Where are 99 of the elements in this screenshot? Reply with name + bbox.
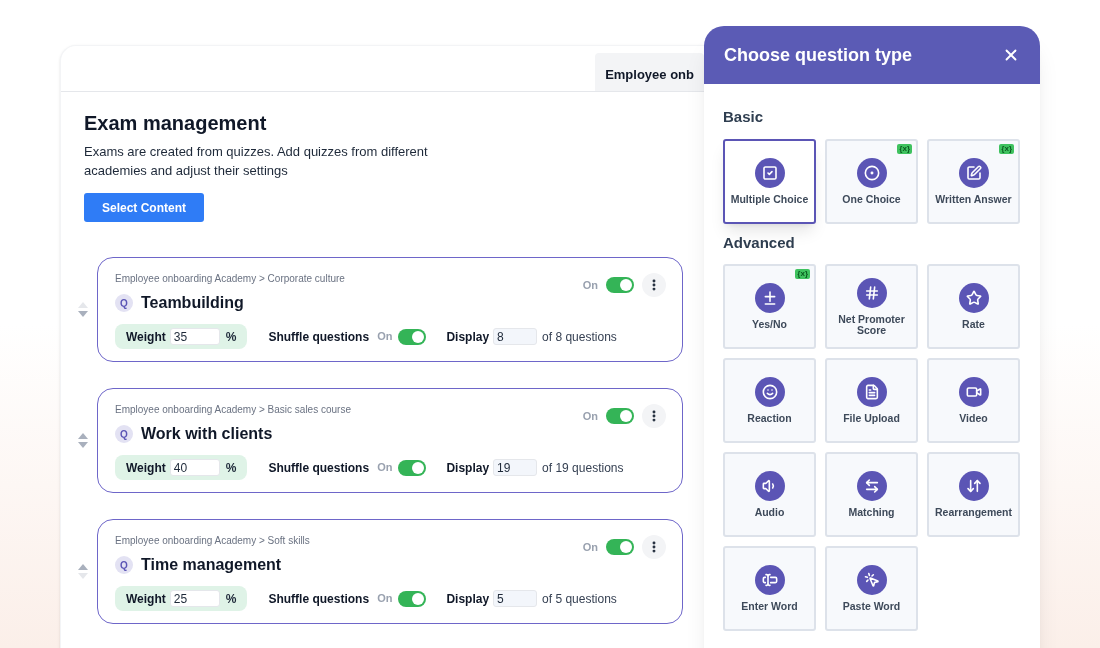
quiz-type-badge: Q xyxy=(115,425,133,443)
weight-label: Weight xyxy=(126,328,166,346)
weight-field[interactable]: 25 xyxy=(169,590,220,607)
shuffle-state: On xyxy=(377,591,393,607)
section-title: Basic xyxy=(723,107,765,127)
tile-label: Yes/No xyxy=(751,319,788,330)
toggle-switch[interactable] xyxy=(398,328,427,345)
question-count: of 19 questions xyxy=(542,459,624,477)
shuffle-state: On xyxy=(377,329,393,345)
more-button[interactable] xyxy=(642,535,666,559)
tile-label: Audio xyxy=(753,507,786,518)
tile-label: Multiple Choice xyxy=(729,193,810,205)
breadcrumb: Employee onboarding Academy > Soft skills xyxy=(115,534,310,548)
toggle-switch[interactable] xyxy=(606,277,634,293)
breadcrumb: Employee onboarding Academy > Basic sales course xyxy=(115,403,351,417)
weight-field[interactable]: 35 xyxy=(169,328,220,345)
question-count: of 8 questions xyxy=(542,328,617,346)
question-type-tile[interactable]: Multiple Choice xyxy=(723,138,816,224)
display-label: Display xyxy=(446,459,490,477)
move-up-icon[interactable] xyxy=(78,564,88,570)
question-type-tile[interactable]: Video xyxy=(927,358,1020,443)
status-label: On xyxy=(582,408,598,424)
display-label: Display xyxy=(446,590,490,608)
select-content-button[interactable]: Select Content xyxy=(84,193,204,222)
toggle-switch[interactable] xyxy=(606,408,634,424)
page-title: Exam management xyxy=(84,111,268,136)
toggle-switch[interactable] xyxy=(398,590,427,607)
more-button[interactable] xyxy=(642,404,666,428)
breadcrumb: Employee onboarding Academy > Corporate culture xyxy=(115,272,345,286)
question-type-tile[interactable]: Reaction xyxy=(723,358,816,443)
tile-label: Net Promoter Score xyxy=(837,313,906,336)
tile-label: Rearrangement xyxy=(934,507,1013,518)
move-up-icon[interactable] xyxy=(78,433,88,439)
tile-label: Paste Word xyxy=(841,601,902,612)
quiz-type-badge: Q xyxy=(115,556,133,574)
status-label: On xyxy=(582,539,598,555)
question-type-tile[interactable]: Rate xyxy=(927,264,1020,349)
display-field[interactable]: 19 xyxy=(493,459,538,476)
quiz-type-badge: Q xyxy=(115,294,133,312)
display-field[interactable]: 5 xyxy=(493,590,538,607)
reorder-icon xyxy=(958,471,989,501)
radio-icon xyxy=(856,157,887,188)
variable-badge: {x} xyxy=(795,269,810,279)
display-label: Display xyxy=(446,328,490,346)
quiz-title: Time management xyxy=(141,555,282,575)
pencil-icon xyxy=(958,157,989,188)
video-camera-icon xyxy=(958,377,989,407)
question-type-tile[interactable]: Paste Word xyxy=(825,546,918,631)
question-count: of 5 questions xyxy=(542,590,617,608)
tile-label: Rate xyxy=(961,319,986,330)
weight-field[interactable]: 40 xyxy=(169,459,220,476)
shuffle-state: On xyxy=(377,460,393,476)
percent-label: % xyxy=(225,328,237,346)
question-type-tile[interactable]: {x} Yes/No xyxy=(723,264,816,349)
academy-tab[interactable]: Employee onb xyxy=(595,53,704,91)
display-field[interactable]: 8 xyxy=(493,328,538,345)
question-type-tile[interactable]: Audio xyxy=(723,452,816,537)
toggle-switch[interactable] xyxy=(606,539,634,555)
percent-label: % xyxy=(225,459,237,477)
document-icon xyxy=(856,377,887,407)
section-title: Advanced xyxy=(723,232,796,253)
shuffle-label: Shuffle questions xyxy=(268,328,370,346)
tile-label: Written Answer xyxy=(934,193,1013,205)
move-down-icon[interactable] xyxy=(78,442,88,448)
tile-label: Reaction xyxy=(746,413,793,424)
checkbox-icon xyxy=(754,157,785,188)
shuffle-label: Shuffle questions xyxy=(268,459,370,477)
percent-label: % xyxy=(225,590,237,608)
speaker-icon xyxy=(754,471,785,501)
variable-badge: {x} xyxy=(897,143,912,154)
tile-label: Enter Word xyxy=(740,601,799,612)
toggle-switch[interactable] xyxy=(398,459,427,476)
weight-label: Weight xyxy=(126,459,166,477)
weight-label: Weight xyxy=(126,590,166,608)
dialog-title: Choose question type xyxy=(724,43,912,67)
score-icon xyxy=(856,277,887,308)
pointer-icon xyxy=(856,565,887,595)
question-type-tile[interactable]: Rearrangement xyxy=(927,452,1020,537)
tile-label: One Choice xyxy=(841,193,902,205)
plus-minus-icon xyxy=(754,283,785,313)
tile-label: Matching xyxy=(847,507,896,518)
smiley-icon xyxy=(754,377,785,407)
question-type-tile[interactable]: File Upload xyxy=(825,358,918,443)
question-type-tile[interactable]: {x} Written Answer xyxy=(927,138,1020,224)
variable-badge: {x} xyxy=(999,143,1014,154)
shuffle-label: Shuffle questions xyxy=(268,590,370,608)
quiz-title: Teambuilding xyxy=(141,293,244,313)
text-cursor-icon xyxy=(754,565,785,595)
tile-label: File Upload xyxy=(842,413,901,424)
question-type-tile[interactable]: Matching xyxy=(825,452,918,537)
tile-label: Video xyxy=(958,413,989,424)
move-down-icon[interactable] xyxy=(78,311,88,317)
more-button[interactable] xyxy=(642,273,666,297)
question-type-tile[interactable]: Enter Word xyxy=(723,546,816,631)
question-type-tile[interactable]: Net Promoter Score xyxy=(825,264,918,349)
question-type-tile[interactable]: {x} One Choice xyxy=(825,138,918,224)
page-description: Exams are created from quizzes. Add quizzes from different academies and adjust their settings xyxy=(84,143,429,180)
status-label: On xyxy=(582,277,598,293)
quiz-title: Work with clients xyxy=(141,424,273,444)
